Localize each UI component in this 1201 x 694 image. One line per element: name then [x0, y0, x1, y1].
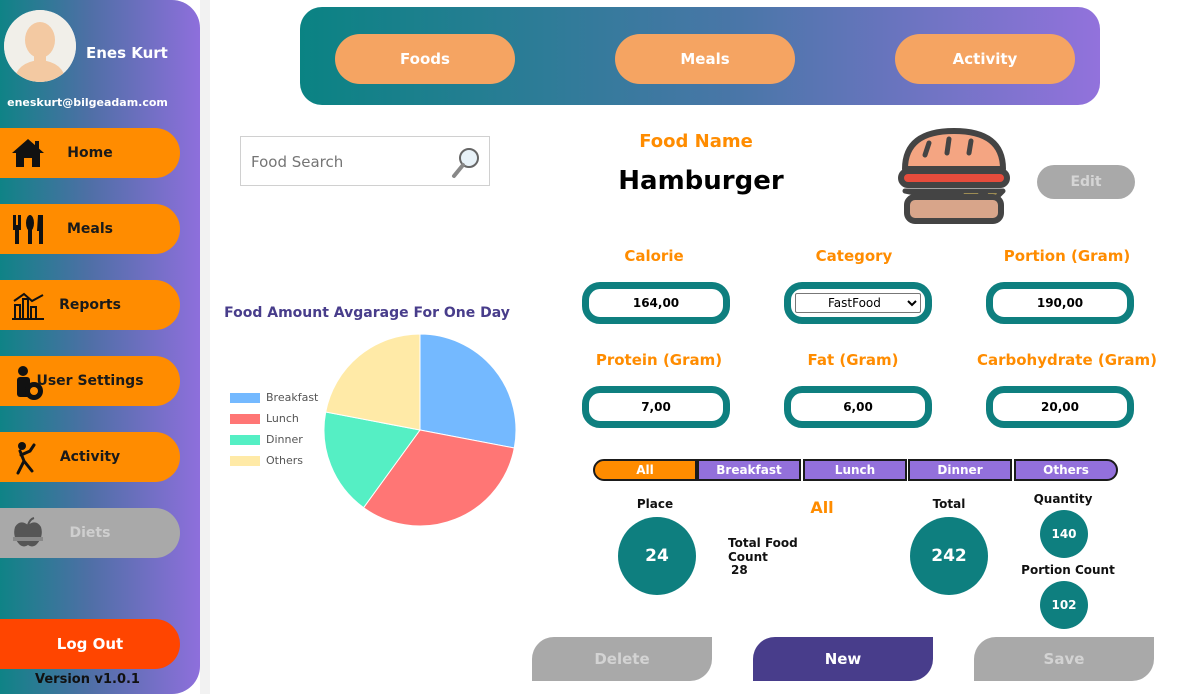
- hamburger-icon: [893, 127, 1015, 227]
- total-food-count-value: 28: [731, 563, 748, 577]
- sidebar-item-diets[interactable]: Diets: [0, 508, 180, 558]
- portion-count-label: Portion Count: [1021, 563, 1115, 577]
- fat-field[interactable]: 6,00: [784, 386, 932, 428]
- quantity-label: Quantity: [1033, 492, 1093, 506]
- logout-button[interactable]: Log Out: [0, 619, 180, 669]
- save-button[interactable]: Save: [974, 637, 1154, 681]
- legend-label: Others: [266, 454, 303, 467]
- sidebar: Enes Kurt eneskurt@bilgeadam.com Home Me…: [0, 0, 200, 694]
- sidebar-item-label: Home: [67, 145, 113, 161]
- food-name-label: Food Name: [639, 131, 753, 152]
- sidebar-divider: [200, 0, 210, 694]
- portion-label: Portion (Gram): [1003, 247, 1131, 265]
- fat-label: Fat (Gram): [807, 351, 899, 369]
- edit-button[interactable]: Edit: [1037, 165, 1135, 199]
- total-label: Total: [932, 497, 966, 511]
- sidebar-item-label: Activity: [59, 449, 121, 465]
- food-name-value: Hamburger: [618, 166, 784, 196]
- meal-filter-tabs: All Breakfast Lunch Dinner Others: [593, 459, 1119, 481]
- filter-tab-all[interactable]: All: [593, 459, 697, 481]
- sidebar-item-reports[interactable]: Reports: [0, 280, 180, 330]
- place-label: Place: [636, 497, 674, 511]
- user-name: Enes Kurt: [86, 44, 168, 62]
- portion-count-value: 102: [1040, 581, 1088, 629]
- sidebar-item-label: User Settings: [36, 373, 144, 389]
- food-search-box: [240, 136, 490, 186]
- user-email: eneskurt@bilgeadam.com: [7, 96, 168, 109]
- sidebar-item-meals[interactable]: Meals: [0, 204, 180, 254]
- pie-chart: [323, 333, 517, 527]
- legend-label: Lunch: [266, 412, 299, 425]
- sidebar-item-label: Diets: [69, 525, 111, 541]
- legend-swatch: [230, 393, 260, 403]
- category-label: Category: [815, 247, 893, 265]
- quantity-value: 140: [1040, 510, 1088, 558]
- tab-meals[interactable]: Meals: [615, 34, 795, 84]
- protein-label: Protein (Gram): [595, 351, 723, 369]
- fat-value: 6,00: [843, 400, 873, 414]
- sidebar-item-label: Meals: [66, 221, 113, 237]
- legend-label: Breakfast: [266, 391, 319, 404]
- legend-swatch: [230, 456, 260, 466]
- version-label: Version v1.0.1: [35, 672, 140, 687]
- sidebar-item-label: Reports: [59, 297, 121, 313]
- top-navigation: Foods Meals Activity: [300, 7, 1100, 105]
- filter-tab-others[interactable]: Others: [1014, 459, 1118, 481]
- calorie-label: Calorie: [624, 247, 684, 265]
- delete-button[interactable]: Delete: [532, 637, 712, 681]
- tab-activity[interactable]: Activity: [895, 34, 1075, 84]
- avatar: [4, 10, 76, 82]
- magnifier-icon[interactable]: [451, 145, 483, 179]
- total-food-count-label: Total Food Count: [728, 536, 798, 564]
- sidebar-item-user-settings[interactable]: User Settings: [0, 356, 180, 406]
- protein-field[interactable]: 7,00: [582, 386, 730, 428]
- carbohydrate-value: 20,00: [1041, 400, 1079, 414]
- pie-slice-breakfast: [419, 333, 517, 449]
- place-value: 24: [618, 517, 696, 595]
- filter-tab-breakfast[interactable]: Breakfast: [697, 459, 801, 481]
- portion-field[interactable]: 190,00: [986, 282, 1134, 324]
- carbohydrate-field[interactable]: 20,00: [986, 386, 1134, 428]
- total-value: 242: [910, 517, 988, 595]
- sidebar-item-activity[interactable]: Activity: [0, 432, 180, 482]
- protein-value: 7,00: [641, 400, 671, 414]
- carbohydrate-label: Carbohydrate (Gram): [976, 351, 1158, 369]
- calorie-value: 164,00: [632, 296, 680, 310]
- legend-swatch: [230, 435, 260, 445]
- sidebar-item-home[interactable]: Home: [0, 128, 180, 178]
- selected-filter-label: All: [810, 498, 834, 517]
- food-search-input[interactable]: [251, 149, 441, 175]
- category-select[interactable]: FastFood: [795, 293, 921, 313]
- legend-label: Dinner: [266, 433, 303, 446]
- calorie-field[interactable]: 164,00: [582, 282, 730, 324]
- new-button[interactable]: New: [753, 637, 933, 681]
- legend-swatch: [230, 414, 260, 424]
- filter-tab-dinner[interactable]: Dinner: [908, 459, 1012, 481]
- chart-title: Food Amount Avgarage For One Day: [224, 305, 510, 321]
- tab-foods[interactable]: Foods: [335, 34, 515, 84]
- filter-tab-lunch[interactable]: Lunch: [803, 459, 907, 481]
- portion-value: 190,00: [1036, 296, 1084, 310]
- category-field: FastFood: [784, 282, 932, 324]
